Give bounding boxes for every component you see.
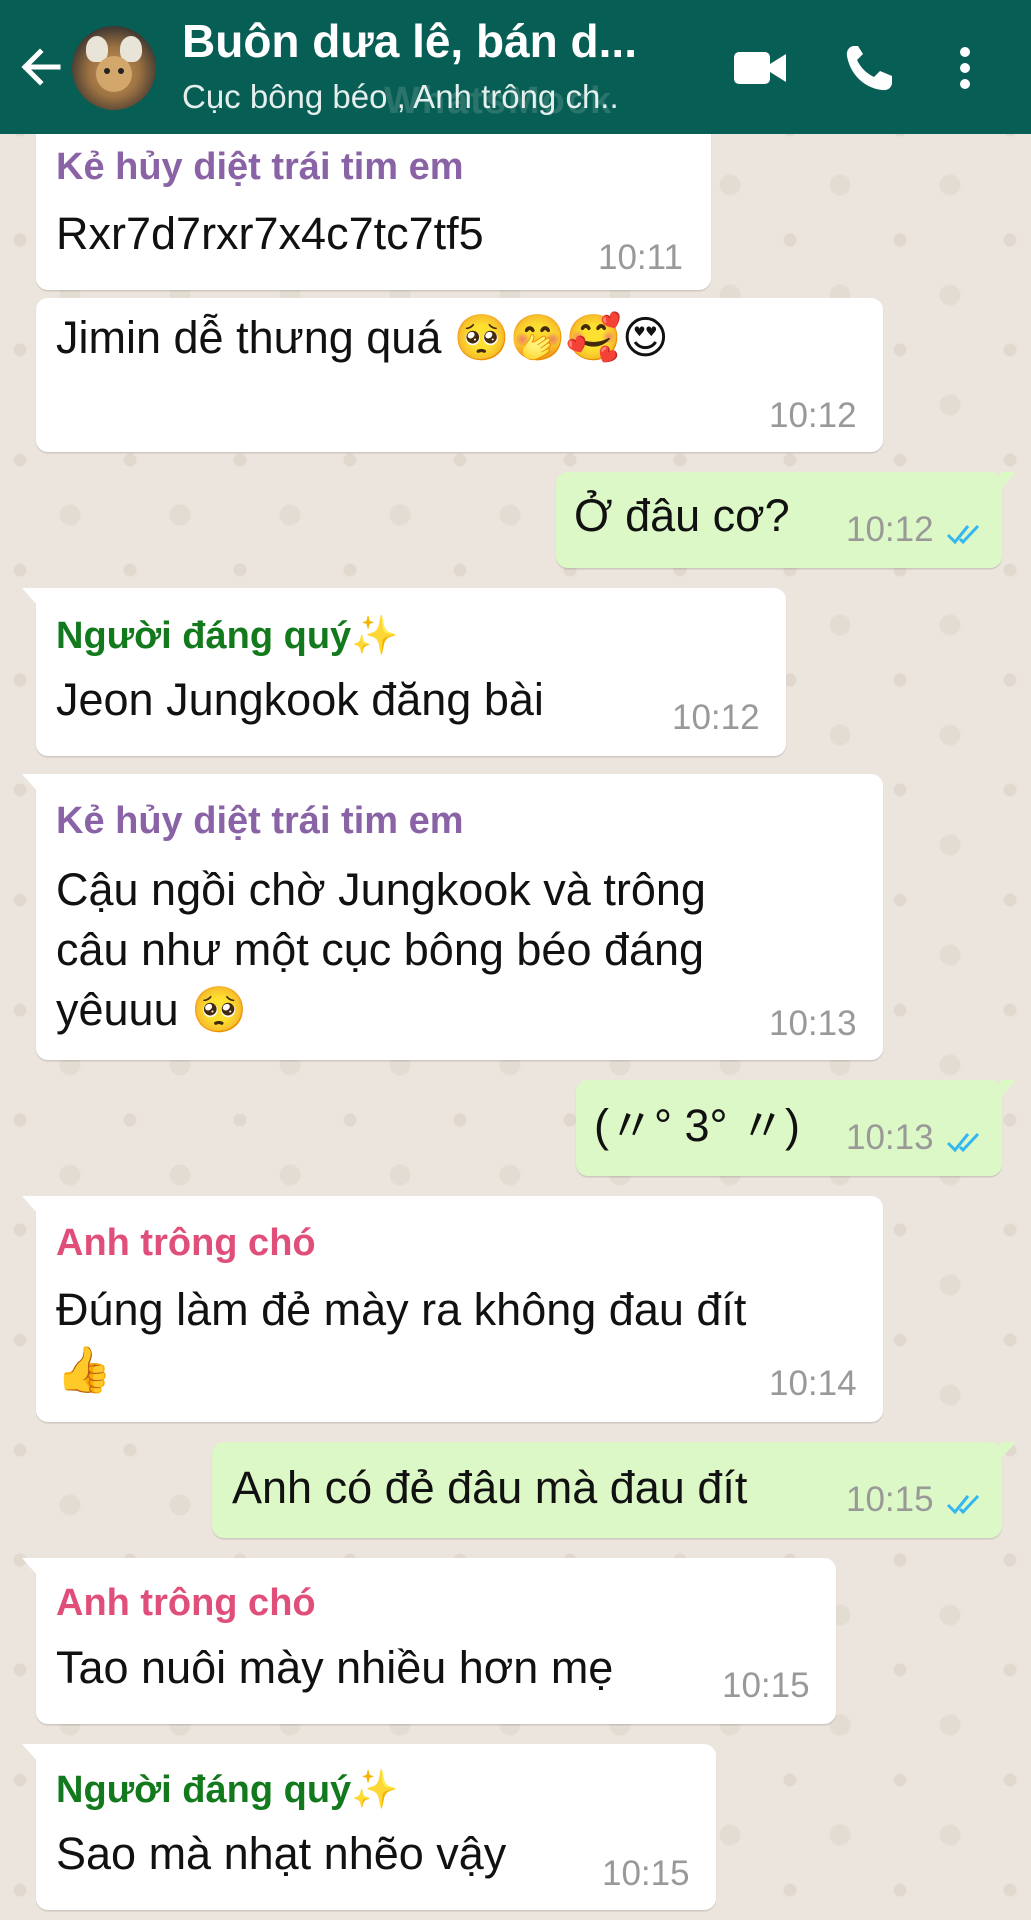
message-text: Jimin dễ thưng quá 🥺🤭🥰😍 (56, 312, 669, 363)
message-bubble-incoming[interactable]: Người đáng quý✨ Jeon Jungkook đăng bài 1… (22, 588, 786, 756)
message-time: 10:13 (846, 1118, 934, 1157)
message-bubble-incoming[interactable]: Kẻ hủy diệt trái tim em Cậu ngồi chờ Jun… (22, 774, 883, 1060)
message-time: 10:12 (846, 510, 934, 549)
message-time: 10:15 (722, 1666, 810, 1705)
message-sender: Người đáng quý✨ (56, 1769, 399, 1811)
read-receipt-icon (946, 524, 980, 545)
message-sender: Kẻ hủy diệt trái tim em (56, 146, 464, 188)
message-bubble-outgoing[interactable]: Anh có đẻ đâu mà đau đít 10:15 (212, 1442, 1016, 1538)
chat-header: Buôn dưa lê, bán d... Cục bông béo , Anh… (0, 0, 1031, 134)
message-text: Sao mà nhạt nhẽo vậy (56, 1828, 507, 1879)
message-text: Tao nuôi mày nhiều hơn mẹ (56, 1642, 614, 1693)
read-receipt-icon (946, 1494, 980, 1515)
video-call-icon[interactable] (730, 40, 790, 96)
message-bubble-outgoing[interactable]: Ở đâu cơ? 10:12 (556, 472, 1016, 568)
message-text-line: 👍 (56, 1344, 113, 1395)
watermark: WhatsMock (384, 80, 614, 122)
message-time: 10:12 (769, 396, 857, 435)
message-text: (〃° 3° 〃) (594, 1100, 800, 1151)
phone-call-icon[interactable] (840, 40, 900, 96)
group-avatar[interactable] (72, 26, 156, 110)
message-time: 10:15 (846, 1480, 934, 1519)
message-bubble-incoming[interactable]: Jimin dễ thưng quá 🥺🤭🥰😍 10:12 (36, 298, 883, 452)
message-text: Ở đâu cơ? (574, 490, 790, 541)
message-text-line: Cậu ngồi chờ Jungkook và trông (56, 864, 706, 915)
message-text-line: câu như một cục bông béo đáng (56, 924, 705, 975)
message-bubble-incoming[interactable]: Anh trông chó Tao nuôi mày nhiều hơn mẹ … (22, 1558, 836, 1724)
message-bubble-incoming[interactable]: Kẻ hủy diệt trái tim em Rxr7d7rxr7x4c7tc… (36, 118, 711, 290)
message-text-line: Đúng làm đẻ mày ra không đau đít (56, 1284, 747, 1335)
message-text: Rxr7d7rxr7x4c7tc7tf5 (56, 208, 484, 259)
message-bubble-incoming[interactable]: Người đáng quý✨ Sao mà nhạt nhẽo vậy 10:… (22, 1744, 716, 1910)
message-sender: Người đáng quý✨ (56, 615, 399, 657)
message-time: 10:11 (598, 238, 683, 277)
message-sender: Anh trông chó (56, 1222, 316, 1264)
message-text-line: yêuuu 🥺 (56, 984, 248, 1035)
message-text: Jeon Jungkook đăng bài (56, 674, 544, 725)
message-time: 10:15 (602, 1854, 690, 1893)
read-receipt-icon (946, 1132, 980, 1153)
message-text: Anh có đẻ đâu mà đau đít (232, 1462, 748, 1513)
message-time: 10:13 (769, 1004, 857, 1043)
message-sender: Anh trông chó (56, 1582, 316, 1624)
message-bubble-outgoing[interactable]: (〃° 3° 〃) 10:13 (576, 1080, 1016, 1176)
message-time: 10:12 (672, 698, 760, 737)
more-options-icon[interactable] (950, 40, 980, 96)
message-sender: Kẻ hủy diệt trái tim em (56, 800, 464, 842)
message-time: 10:14 (769, 1364, 857, 1403)
message-bubble-incoming[interactable]: Anh trông chó Đúng làm đẻ mày ra không đ… (22, 1196, 883, 1422)
back-arrow-icon[interactable] (18, 44, 64, 90)
group-title[interactable]: Buôn dưa lê, bán d... (182, 14, 682, 68)
